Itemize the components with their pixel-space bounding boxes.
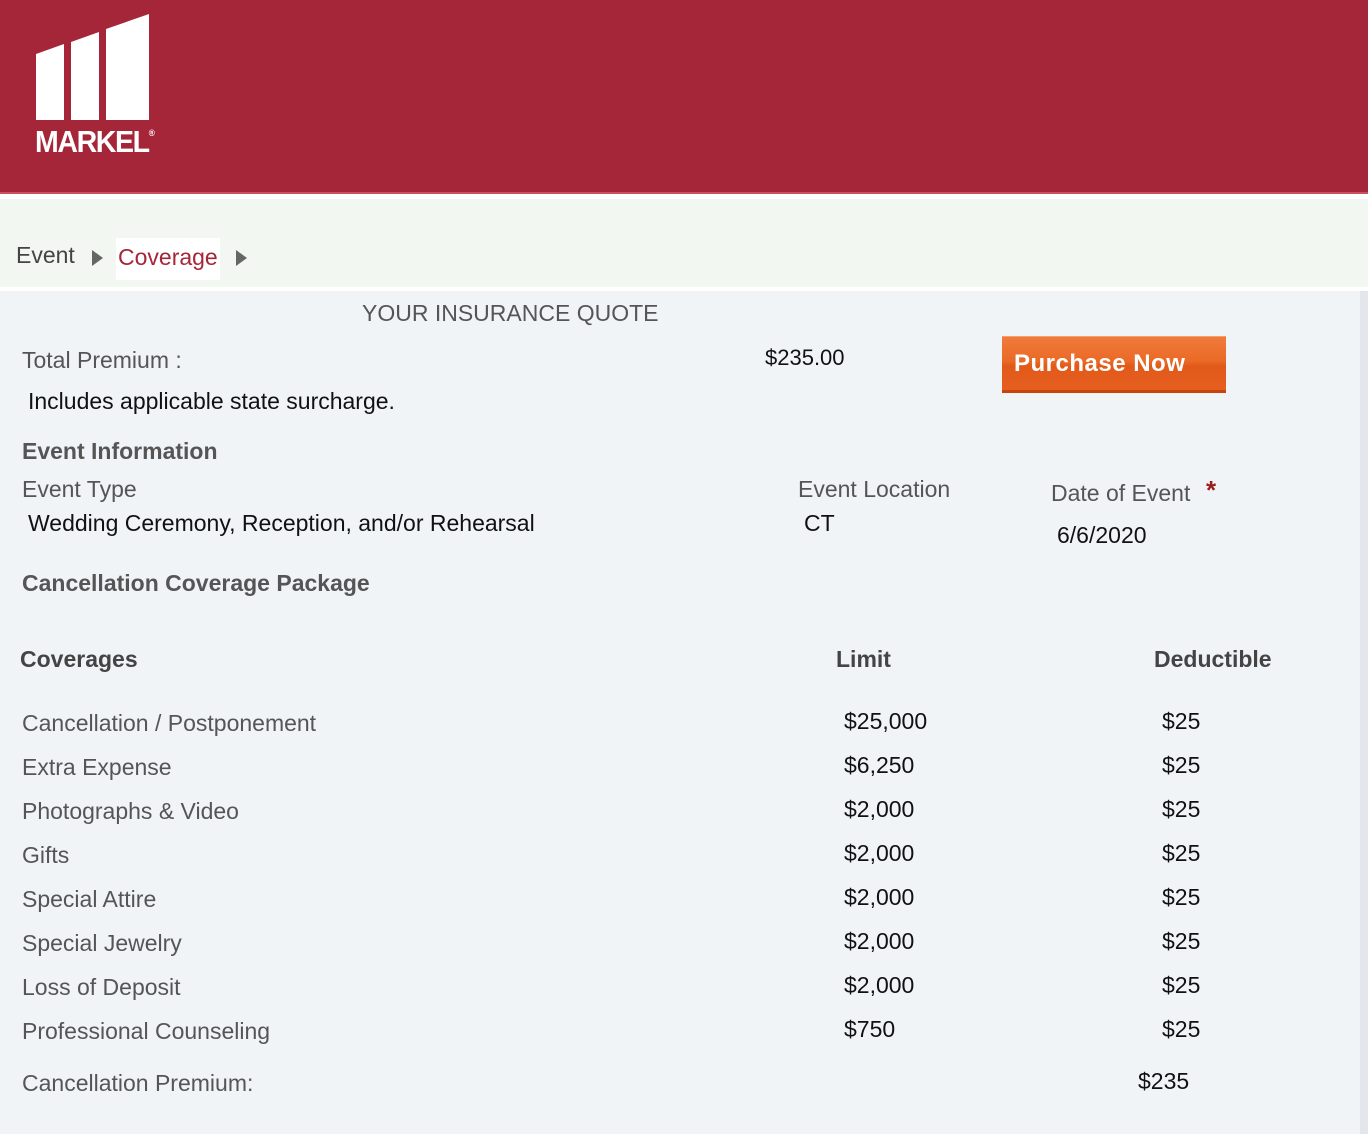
breadcrumb-item-event[interactable]: Event xyxy=(16,242,75,269)
coverage-deductible: $25 xyxy=(1162,752,1201,778)
coverage-deductible: $25 xyxy=(1162,1016,1201,1042)
coverage-deductible: $25 xyxy=(1162,708,1201,734)
event-type-label: Event Type xyxy=(22,476,137,502)
coverage-limit: $6,250 xyxy=(844,752,915,778)
coverage-deductible: $25 xyxy=(1162,884,1201,910)
scrollbar-track[interactable] xyxy=(1360,291,1368,1134)
event-type-value: Wedding Ceremony, Reception, and/or Rehe… xyxy=(28,510,535,536)
markel-bars-icon xyxy=(36,14,149,120)
coverage-deductible: $25 xyxy=(1162,972,1201,998)
date-of-event-label: Date of Event xyxy=(1051,480,1191,506)
cancellation-premium-value: $235 xyxy=(1138,1068,1190,1094)
event-information-heading: Event Information xyxy=(22,438,218,464)
total-premium-value: $235.00 xyxy=(765,345,845,370)
coverage-limit: $2,000 xyxy=(844,928,915,954)
coverage-limit: $2,000 xyxy=(844,796,915,822)
coverage-name: Special Jewelry xyxy=(22,930,182,956)
logo-wordmark: MARKEL® xyxy=(35,124,155,159)
coverage-deductible: $25 xyxy=(1162,796,1201,822)
event-location-value: CT xyxy=(804,510,835,536)
total-premium-label: Total Premium : xyxy=(22,347,182,373)
page-title: YOUR INSURANCE QUOTE xyxy=(362,300,659,326)
date-of-event-value: 6/6/2020 xyxy=(1057,522,1147,548)
coverage-limit: $2,000 xyxy=(844,840,915,866)
coverage-limit: $2,000 xyxy=(844,884,915,910)
breadcrumb-item-coverage[interactable]: Coverage xyxy=(116,238,220,280)
coverage-name: Cancellation / Postponement xyxy=(22,710,317,736)
coverage-name: Loss of Deposit xyxy=(22,974,181,1000)
coverage-limit: $25,000 xyxy=(844,708,928,734)
surcharge-note: Includes applicable state surcharge. xyxy=(28,388,395,414)
breadcrumb-arrow-icon xyxy=(92,250,103,266)
required-asterisk: * xyxy=(1206,475,1217,505)
coverage-deductible: $25 xyxy=(1162,928,1201,954)
event-location-label: Event Location xyxy=(798,476,951,502)
coverage-name: Special Attire xyxy=(22,886,157,912)
coverage-deductible: $25 xyxy=(1162,840,1201,866)
column-header-coverages: Coverages xyxy=(20,646,138,672)
column-header-limit: Limit xyxy=(836,646,891,672)
breadcrumb-arrow-icon xyxy=(236,250,247,266)
cancellation-package-heading: Cancellation Coverage Package xyxy=(22,570,370,596)
coverage-limit: $2,000 xyxy=(844,972,915,998)
coverage-limit: $750 xyxy=(844,1016,896,1042)
coverage-name: Professional Counseling xyxy=(22,1018,271,1044)
site-header: MARKEL® xyxy=(0,0,1368,194)
cancellation-premium-label: Cancellation Premium: xyxy=(22,1070,254,1096)
purchase-now-button[interactable]: Purchase Now xyxy=(1002,336,1226,393)
coverage-name: Photographs & Video xyxy=(22,798,239,824)
coverage-name: Gifts xyxy=(22,842,70,868)
coverage-name: Extra Expense xyxy=(22,754,172,780)
markel-logo[interactable]: MARKEL® xyxy=(34,12,159,162)
column-header-deductible: Deductible xyxy=(1154,646,1272,672)
